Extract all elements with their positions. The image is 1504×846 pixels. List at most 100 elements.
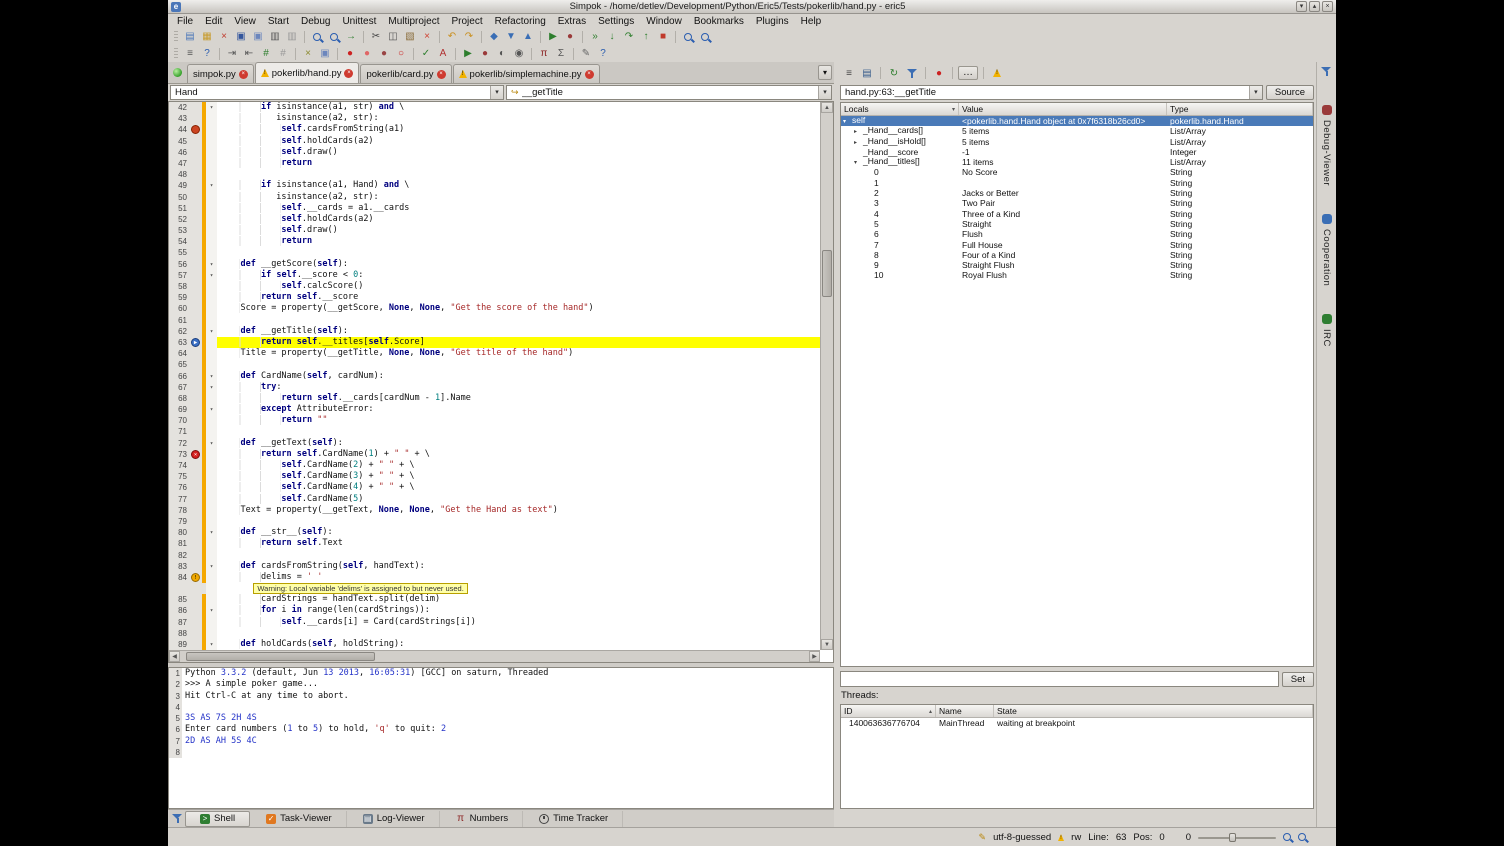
- locals-row[interactable]: 3Two PairString: [841, 198, 1313, 208]
- bookmark-next-icon[interactable]: ▼: [503, 29, 519, 44]
- bottom-tab-log-viewer[interactable]: ▤Log-Viewer: [349, 811, 440, 827]
- next-breakpoint-icon[interactable]: ●: [359, 46, 375, 61]
- code-text[interactable]: return self.__titles[self.Score]: [217, 337, 820, 348]
- indent-icon[interactable]: ⇥: [224, 46, 240, 61]
- locals-row[interactable]: 6FlushString: [841, 229, 1313, 239]
- locals-row[interactable]: 2Jacks or BetterString: [841, 188, 1313, 198]
- code-text[interactable]: self.CardName(4) + " " + \: [217, 482, 820, 493]
- side-tab-cooperation[interactable]: Cooperation: [1321, 214, 1332, 286]
- marker-margin[interactable]: [189, 281, 202, 292]
- code-text[interactable]: return self.__cards[cardNum - 1].Name: [217, 393, 820, 404]
- marker-margin[interactable]: [189, 303, 202, 314]
- threads-column-header-state[interactable]: State: [994, 705, 1313, 717]
- fold-margin[interactable]: [206, 236, 217, 247]
- debug-script-icon[interactable]: ●: [562, 29, 578, 44]
- locals-column-header-type[interactable]: Type: [1167, 103, 1313, 115]
- continue-icon[interactable]: »: [587, 29, 603, 44]
- menu-extras[interactable]: Extras: [552, 16, 592, 27]
- fold-margin[interactable]: [206, 214, 217, 225]
- fold-margin[interactable]: [206, 393, 217, 404]
- marker-margin[interactable]: [189, 516, 202, 527]
- fold-margin[interactable]: [206, 192, 217, 203]
- step-icon[interactable]: ↓: [604, 29, 620, 44]
- menu-refactoring[interactable]: Refactoring: [489, 16, 552, 27]
- comment-icon[interactable]: #: [258, 46, 274, 61]
- marker-margin[interactable]: [189, 359, 202, 370]
- minimize-button[interactable]: ▾: [1296, 1, 1307, 12]
- fold-margin[interactable]: [206, 572, 217, 583]
- locals-row[interactable]: 10Royal FlushString: [841, 270, 1313, 280]
- marker-margin[interactable]: [189, 605, 202, 616]
- fold-margin[interactable]: [206, 225, 217, 236]
- scroll-left-icon[interactable]: ◀: [169, 651, 180, 662]
- locals-row[interactable]: 1String: [841, 178, 1313, 188]
- code-text[interactable]: Score = property(__getScore, None, None,…: [217, 303, 820, 314]
- marker-margin[interactable]: [189, 348, 202, 359]
- code-text[interactable]: self.CardName(3) + " " + \: [217, 471, 820, 482]
- save-as-icon[interactable]: ▣: [250, 29, 266, 44]
- show-source-icon[interactable]: ▤: [859, 66, 875, 81]
- marker-margin[interactable]: [189, 527, 202, 538]
- encoding-indicator[interactable]: utf-8-guessed: [993, 832, 1051, 843]
- more-button[interactable]: …: [958, 66, 978, 80]
- fold-margin[interactable]: ▾: [206, 438, 217, 449]
- undo-icon[interactable]: ↶: [444, 29, 460, 44]
- delete-icon[interactable]: ×: [419, 29, 435, 44]
- class-combobox[interactable]: Hand ▾: [170, 85, 504, 100]
- filter-icon[interactable]: [1321, 66, 1332, 77]
- fold-margin[interactable]: [206, 628, 217, 639]
- menu-file[interactable]: File: [171, 16, 199, 27]
- marker-margin[interactable]: [189, 147, 202, 158]
- tab-close-icon[interactable]: ×: [437, 70, 446, 79]
- code-text[interactable]: [217, 359, 820, 370]
- marker-margin[interactable]: [189, 124, 202, 135]
- tab-pokerlib-card-py[interactable]: pokerlib/card.py×: [360, 64, 451, 83]
- fold-margin[interactable]: [206, 359, 217, 370]
- zoom-out-icon[interactable]: [697, 29, 713, 44]
- toolbar-handle[interactable]: [174, 48, 178, 60]
- marker-margin[interactable]: [189, 270, 202, 281]
- marker-margin[interactable]: [189, 169, 202, 180]
- marker-margin[interactable]: [189, 415, 202, 426]
- clear-breakpoints-icon[interactable]: ○: [393, 46, 409, 61]
- autocomplete-icon[interactable]: ≡: [182, 46, 198, 61]
- menu-bookmarks[interactable]: Bookmarks: [688, 16, 750, 27]
- code-text[interactable]: self.holdCards(a2): [217, 136, 820, 147]
- code-text[interactable]: [217, 550, 820, 561]
- code-text[interactable]: return self.Text: [217, 538, 820, 549]
- threads-column-header-id[interactable]: ID▴: [841, 705, 936, 717]
- locals-row[interactable]: 9Straight FlushString: [841, 260, 1313, 270]
- open-icon[interactable]: ▦: [199, 29, 215, 44]
- scroll-right-icon[interactable]: ▶: [809, 651, 820, 662]
- locals-viewer[interactable]: Locals▾ValueType ▾self<pokerlib.hand.Han…: [840, 102, 1314, 667]
- locals-row[interactable]: 0No ScoreString: [841, 167, 1313, 177]
- fold-margin[interactable]: [206, 292, 217, 303]
- zoom-in-icon[interactable]: [1298, 833, 1306, 841]
- method-combobox[interactable]: ↪ __getTitle ▾: [506, 85, 832, 100]
- bookmark-previous-icon[interactable]: ▲: [520, 29, 536, 44]
- help-icon[interactable]: ?: [595, 46, 611, 61]
- marker-margin[interactable]: [189, 315, 202, 326]
- fold-margin[interactable]: ▾: [206, 259, 217, 270]
- marker-margin[interactable]: !: [189, 572, 202, 583]
- shell-panel[interactable]: 1Python 3.3.2 (default, Jun 13 2013, 16:…: [168, 667, 834, 809]
- code-text[interactable]: except AttributeError:: [217, 404, 820, 415]
- menu-project[interactable]: Project: [446, 16, 489, 27]
- print-preview-icon[interactable]: ▥: [284, 29, 300, 44]
- cut-icon[interactable]: ✂: [368, 29, 384, 44]
- marker-margin[interactable]: [189, 214, 202, 225]
- debug-icon[interactable]: ●: [477, 46, 493, 61]
- fold-margin[interactable]: ▾: [206, 270, 217, 281]
- spell-check-icon[interactable]: A: [435, 46, 451, 61]
- title-bar[interactable]: e Simpok - /home/detlev/Development/Pyth…: [168, 0, 1336, 14]
- side-tab-debug-viewer[interactable]: Debug-Viewer: [1321, 105, 1332, 186]
- code-text[interactable]: [217, 315, 820, 326]
- code-text[interactable]: if isinstance(a1, str) and \: [217, 102, 820, 113]
- stack-frame-combobox[interactable]: hand.py:63:__getTitle ▾: [840, 85, 1263, 100]
- zoom-slider[interactable]: [1198, 832, 1276, 843]
- fold-margin[interactable]: ▾: [206, 561, 217, 572]
- maximize-button[interactable]: ▴: [1309, 1, 1320, 12]
- menu-debug[interactable]: Debug: [295, 16, 336, 27]
- code-text[interactable]: for i in range(len(cardStrings)):: [217, 605, 820, 616]
- code-text[interactable]: self.CardName(2) + " " + \: [217, 460, 820, 471]
